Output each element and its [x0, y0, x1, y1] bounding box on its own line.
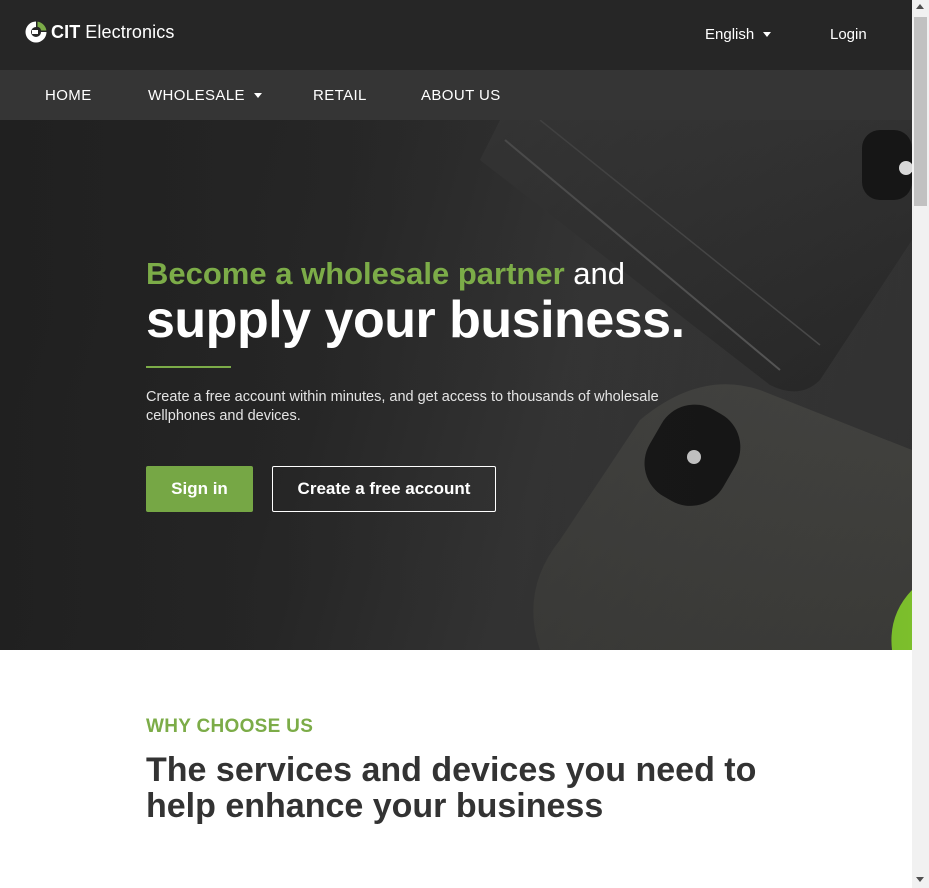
- logo[interactable]: CIT Electronics: [24, 19, 174, 45]
- language-selector[interactable]: English: [705, 26, 772, 43]
- sign-in-button[interactable]: Sign in: [146, 466, 253, 512]
- why-heading: The services and devices you need to hel…: [146, 752, 766, 824]
- create-account-button[interactable]: Create a free account: [272, 466, 496, 512]
- scroll-up-arrow-icon[interactable]: [916, 4, 924, 9]
- nav-item-retail[interactable]: RETAIL: [313, 87, 367, 104]
- logo-brand: CIT: [51, 21, 81, 42]
- why-heading-bold: services and devices you need: [215, 751, 715, 789]
- vertical-scrollbar[interactable]: [912, 0, 929, 888]
- nav-item-wholesale-label: WHOLESALE: [148, 87, 245, 104]
- page: CIT Electronics English Login HOME WHOLES…: [0, 0, 912, 888]
- nav-item-home[interactable]: HOME: [45, 87, 92, 104]
- hero-headline-highlight: Become a wholesale partner: [146, 256, 565, 291]
- why-heading-part1: The: [146, 751, 216, 789]
- why-choose-us-section: WHY CHOOSE US The services and devices y…: [0, 650, 912, 888]
- cit-logo-icon: [25, 21, 47, 43]
- hero-divider: [146, 366, 231, 368]
- top-header: CIT Electronics English Login: [0, 0, 912, 70]
- scrollbar-thumb[interactable]: [914, 17, 927, 206]
- hero-headline: Become a wholesale partner and: [146, 256, 625, 292]
- hero-background-image: [0, 120, 912, 650]
- login-link[interactable]: Login: [830, 26, 867, 43]
- scroll-down-arrow-icon[interactable]: [916, 877, 924, 882]
- why-eyebrow: WHY CHOOSE US: [146, 716, 314, 737]
- hero-main-title: supply your business.: [146, 291, 685, 349]
- nav-item-wholesale[interactable]: WHOLESALE: [148, 87, 262, 104]
- chevron-down-icon: [763, 32, 772, 37]
- language-label: English: [705, 26, 755, 43]
- hero-headline-rest: and: [564, 256, 626, 291]
- nav-item-about-us[interactable]: ABOUT US: [421, 87, 501, 104]
- main-nav: HOME WHOLESALE RETAIL ABOUT US: [0, 70, 912, 120]
- logo-name: Electronics: [85, 21, 175, 42]
- logo-text: CIT Electronics: [51, 22, 174, 43]
- hero-subtext: Create a free account within minutes, an…: [146, 389, 659, 424]
- hero-section: Become a wholesale partner and supply yo…: [0, 120, 912, 650]
- chevron-down-icon: [253, 93, 262, 98]
